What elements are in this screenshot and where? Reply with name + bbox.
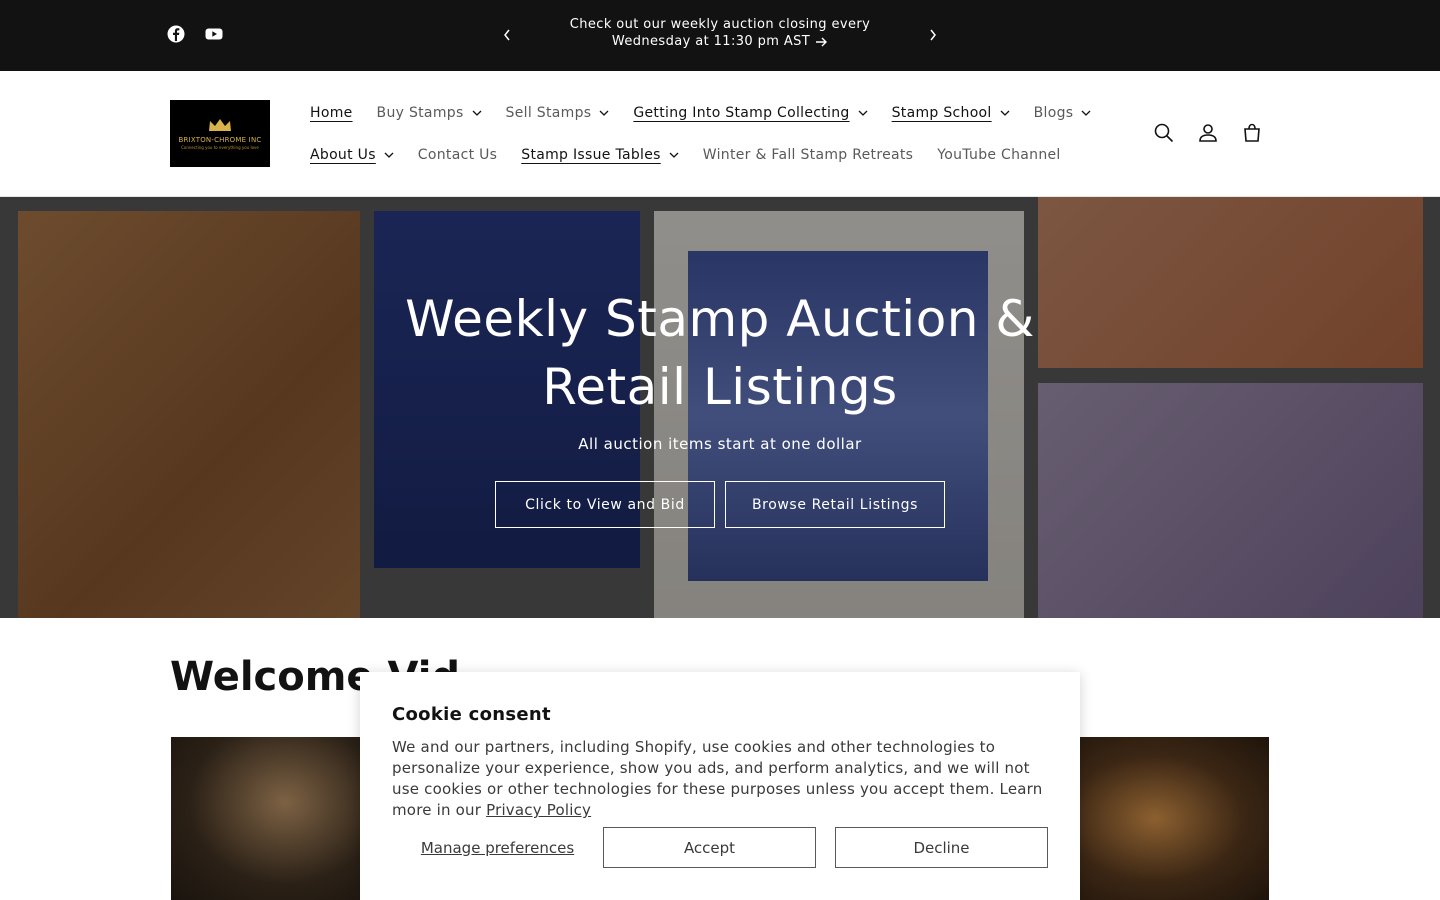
facebook-icon[interactable] <box>166 24 186 44</box>
video-thumbnail[interactable] <box>171 737 361 900</box>
accept-button[interactable]: Accept <box>603 827 816 868</box>
hero-title: Weekly Stamp Auction & Retail Listings <box>405 290 1035 416</box>
nav-item-winter-fall-stamp-retreats[interactable]: Winter & Fall Stamp Retreats <box>691 143 926 167</box>
chevron-down-icon <box>858 110 868 116</box>
site-header: BRIXTON-CHROME INC Connecting you to eve… <box>0 71 1440 197</box>
cookie-body: We and our partners, including Shopify, … <box>392 737 1052 821</box>
account-icon[interactable] <box>1196 121 1220 145</box>
manage-preferences-button[interactable]: Manage preferences <box>392 827 603 868</box>
cookie-consent-dialog: Cookie consent We and our partners, incl… <box>360 672 1080 900</box>
nav-row-secondary: About Us Contact Us Stamp Issue Tables Wint… <box>298 143 1073 167</box>
cart-icon[interactable] <box>1240 121 1264 145</box>
logo-tagline: Connecting you to everything you love <box>181 145 259 150</box>
nav-item-sell-stamps[interactable]: Sell Stamps <box>494 101 622 125</box>
nav-item-label: Blogs <box>1033 105 1074 121</box>
nav-item-label: Winter & Fall Stamp Retreats <box>702 147 914 163</box>
site-logo[interactable]: BRIXTON-CHROME INC Connecting you to eve… <box>170 100 270 167</box>
chevron-left-icon <box>504 29 510 41</box>
browse-retail-button[interactable]: Browse Retail Listings <box>725 481 945 528</box>
hero-subtitle: All auction items start at one dollar <box>578 435 862 453</box>
nav-item-contact-us[interactable]: Contact Us <box>406 143 509 167</box>
chevron-down-icon <box>472 110 482 116</box>
chevron-down-icon <box>1081 110 1091 116</box>
announcement-message[interactable]: Check out our weekly auction closing eve… <box>530 16 910 50</box>
nav-item-stamp-school[interactable]: Stamp School <box>880 101 1022 125</box>
cookie-title: Cookie consent <box>392 704 551 725</box>
nav-item-label: About Us <box>310 147 376 163</box>
nav-item-label: Getting Into Stamp Collecting <box>633 105 850 121</box>
view-and-bid-button[interactable]: Click to View and Bid <box>495 481 715 528</box>
chevron-down-icon <box>599 110 609 116</box>
chevron-down-icon <box>669 152 679 158</box>
decline-button[interactable]: Decline <box>835 827 1048 868</box>
chevron-right-icon <box>930 29 936 41</box>
nav-item-label: YouTube Channel <box>937 147 1061 163</box>
chevron-down-icon <box>384 152 394 158</box>
announcement-bar: Check out our weekly auction closing eve… <box>0 0 1440 71</box>
hero-banner: Weekly Stamp Auction & Retail Listings A… <box>0 197 1440 618</box>
logo-name: BRIXTON-CHROME INC <box>178 136 262 144</box>
privacy-policy-link[interactable]: Privacy Policy <box>486 801 591 819</box>
nav-item-label: Stamp Issue Tables <box>521 147 661 163</box>
nav-item-youtube-channel[interactable]: YouTube Channel <box>925 143 1072 167</box>
nav-item-label: Buy Stamps <box>376 105 464 121</box>
youtube-icon[interactable] <box>204 24 224 44</box>
nav-item-label: Home <box>310 105 353 121</box>
nav-item-blogs[interactable]: Blogs <box>1022 101 1104 125</box>
arrow-right-icon <box>816 37 828 46</box>
nav-item-getting-into-stamp-collecting[interactable]: Getting Into Stamp Collecting <box>621 101 879 125</box>
nav-item-label: Contact Us <box>417 147 498 163</box>
search-icon[interactable] <box>1152 121 1176 145</box>
announcement-prev-button[interactable] <box>496 24 518 46</box>
nav-item-buy-stamps[interactable]: Buy Stamps <box>365 101 494 125</box>
header-icons <box>1152 121 1264 145</box>
nav-item-stamp-issue-tables[interactable]: Stamp Issue Tables <box>509 143 690 167</box>
nav-item-label: Stamp School <box>891 105 992 121</box>
social-links <box>166 24 224 44</box>
announcement-link[interactable]: Check out our weekly auction closing eve… <box>570 17 870 49</box>
nav-row-primary: Home Buy Stamps Sell Stamps Getting Into St… <box>298 101 1103 125</box>
chevron-down-icon <box>1000 110 1010 116</box>
nav-item-label: Sell Stamps <box>505 105 592 121</box>
announcement-next-button[interactable] <box>922 24 944 46</box>
crown-icon <box>209 119 231 131</box>
video-thumbnail[interactable] <box>1079 737 1269 900</box>
nav-item-home[interactable]: Home <box>298 101 365 125</box>
nav-item-about-us[interactable]: About Us <box>298 143 406 167</box>
